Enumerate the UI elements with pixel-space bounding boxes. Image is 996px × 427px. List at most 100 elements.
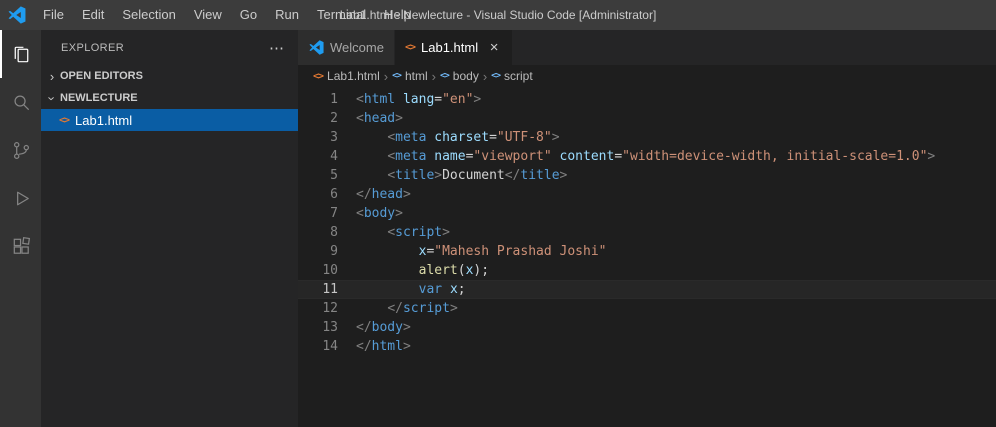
menu-file[interactable]: File	[34, 0, 73, 30]
line-number: 2	[330, 111, 338, 126]
line-number: 8	[330, 225, 338, 240]
breadcrumb-separator-icon: ›	[482, 68, 488, 84]
line-number: 14	[322, 339, 338, 354]
line-content: </body>	[356, 320, 411, 335]
line-number: 4	[330, 149, 338, 164]
breadcrumb-label: body	[452, 69, 479, 83]
menu-selection[interactable]: Selection	[113, 0, 184, 30]
code-line-14[interactable]: 14 </html>	[298, 337, 996, 356]
sidebar-title: EXPLORER	[61, 41, 125, 54]
sidebar-header: EXPLORER ⋯	[41, 30, 298, 65]
menu-bar: File Edit Selection View Go Run Terminal Help	[34, 0, 420, 30]
open-editors-section[interactable]: › OPEN EDITORS	[41, 65, 298, 87]
line-content: <html lang="en">	[356, 92, 482, 107]
line-number: 9	[330, 244, 338, 259]
line-number: 1	[330, 92, 338, 107]
code-line-7[interactable]: 7 <body>	[298, 204, 996, 223]
line-content: <title>Document</title>	[387, 168, 568, 183]
breadcrumb-item-lab1-html[interactable]: <> Lab1.html	[313, 69, 380, 83]
folder-label: NEWLECTURE	[60, 92, 138, 104]
activity-bar	[0, 30, 41, 427]
code-line-5[interactable]: 5 <title>Document</title>	[298, 166, 996, 185]
source-control-icon	[10, 139, 33, 162]
line-content: </html>	[356, 339, 411, 354]
open-editors-label: OPEN EDITORS	[60, 70, 143, 82]
line-content: alert(x);	[418, 263, 490, 278]
activity-item-source-control[interactable]	[0, 126, 41, 174]
search-icon	[10, 91, 33, 114]
menu-edit[interactable]: Edit	[73, 0, 113, 30]
vscode-logo-icon	[308, 40, 324, 56]
breadcrumb: <> Lab1.html › <> html › <> body › <> script	[298, 65, 996, 87]
breadcrumb-label: script	[504, 69, 533, 83]
code-line-9[interactable]: 9 x="Mahesh Prashad Joshi"	[298, 242, 996, 261]
chevron-right-icon: ›	[49, 68, 55, 84]
code-line-2[interactable]: 2 <head>	[298, 109, 996, 128]
tab-lab1[interactable]: <> Lab1.html ×	[394, 30, 514, 65]
main-area: EXPLORER ⋯ › OPEN EDITORS › NEWLECTURE <…	[0, 30, 996, 427]
file-label: Lab1.html	[75, 112, 133, 128]
menu-terminal[interactable]: Terminal	[308, 0, 375, 30]
code-line-6[interactable]: 6 </head>	[298, 185, 996, 204]
code-line-4[interactable]: 4 <meta name="viewport" content="width=d…	[298, 147, 996, 166]
files-icon	[10, 43, 33, 66]
html-file-icon: <>	[313, 70, 324, 82]
activity-item-search[interactable]	[0, 78, 41, 126]
line-content: <meta charset="UTF-8">	[387, 130, 560, 145]
menu-run[interactable]: Run	[266, 0, 308, 30]
symbol-icon: <>	[491, 71, 501, 81]
symbol-icon: <>	[439, 71, 450, 81]
code-line-13[interactable]: 13 </body>	[298, 318, 996, 337]
vscode-logo-icon	[8, 6, 26, 24]
line-content: var x;	[418, 282, 466, 297]
breadcrumb-separator-icon: ›	[431, 68, 436, 84]
line-number: 10	[322, 263, 338, 278]
editor-group: Welcome <> Lab1.html × <> Lab1.html › <> htm…	[298, 30, 996, 427]
file-item-lab1[interactable]: <> Lab1.html	[41, 109, 298, 131]
line-content: </script>	[387, 301, 458, 316]
line-content: <script>	[387, 225, 450, 240]
sidebar-explorer: EXPLORER ⋯ › OPEN EDITORS › NEWLECTURE <…	[41, 30, 298, 427]
tab-welcome[interactable]: Welcome	[298, 30, 395, 65]
code-line-3[interactable]: 3 <meta charset="UTF-8">	[298, 128, 996, 147]
code-line-10[interactable]: 10 alert(x);	[298, 261, 996, 280]
code-line-11[interactable]: 11 var x;	[298, 280, 996, 299]
breadcrumb-item-body[interactable]: <> body	[440, 69, 479, 83]
tab-label: Lab1.html	[421, 40, 479, 55]
activity-item-extensions[interactable]	[0, 222, 41, 270]
line-content: <head>	[356, 111, 403, 126]
run-debug-icon	[10, 187, 33, 210]
activity-item-run-debug[interactable]	[0, 174, 41, 222]
line-content: </head>	[356, 187, 411, 202]
more-actions-icon[interactable]: ⋯	[269, 39, 284, 57]
breadcrumb-separator-icon: ›	[383, 68, 389, 84]
line-number: 5	[330, 168, 338, 183]
line-number: 3	[330, 130, 338, 145]
code-area[interactable]: 1 <html lang="en"> 2 <head> 3 <meta charset=…	[298, 87, 996, 427]
folder-section-newlecture[interactable]: › NEWLECTURE	[41, 87, 298, 109]
extensions-icon	[10, 235, 33, 258]
line-number: 6	[330, 187, 338, 202]
breadcrumb-label: Lab1.html	[327, 69, 380, 83]
code-line-12[interactable]: 12 </script>	[298, 299, 996, 318]
menu-help[interactable]: Help	[375, 0, 420, 30]
activity-item-explorer[interactable]	[0, 30, 41, 78]
tab-bar: Welcome <> Lab1.html ×	[298, 30, 996, 65]
line-content: <body>	[356, 206, 403, 221]
html-file-icon: <>	[404, 42, 416, 53]
line-number: 12	[322, 301, 338, 316]
breadcrumb-item-html[interactable]: <> html	[392, 69, 428, 83]
tab-label: Welcome	[330, 40, 384, 55]
menu-view[interactable]: View	[185, 0, 231, 30]
close-icon[interactable]: ×	[486, 39, 502, 56]
menu-go[interactable]: Go	[231, 0, 266, 30]
code-line-1[interactable]: 1 <html lang="en">	[298, 90, 996, 109]
html-file-icon: <>	[59, 114, 70, 126]
chevron-down-icon: ›	[44, 95, 60, 101]
title-bar: File Edit Selection View Go Run Terminal Help L…	[0, 0, 996, 30]
line-number: 11	[322, 282, 338, 297]
line-content: <meta name="viewport" content="width=dev…	[387, 149, 936, 164]
code-line-8[interactable]: 8 <script>	[298, 223, 996, 242]
symbol-icon: <>	[392, 71, 402, 81]
breadcrumb-item-script[interactable]: <> script	[491, 69, 533, 83]
